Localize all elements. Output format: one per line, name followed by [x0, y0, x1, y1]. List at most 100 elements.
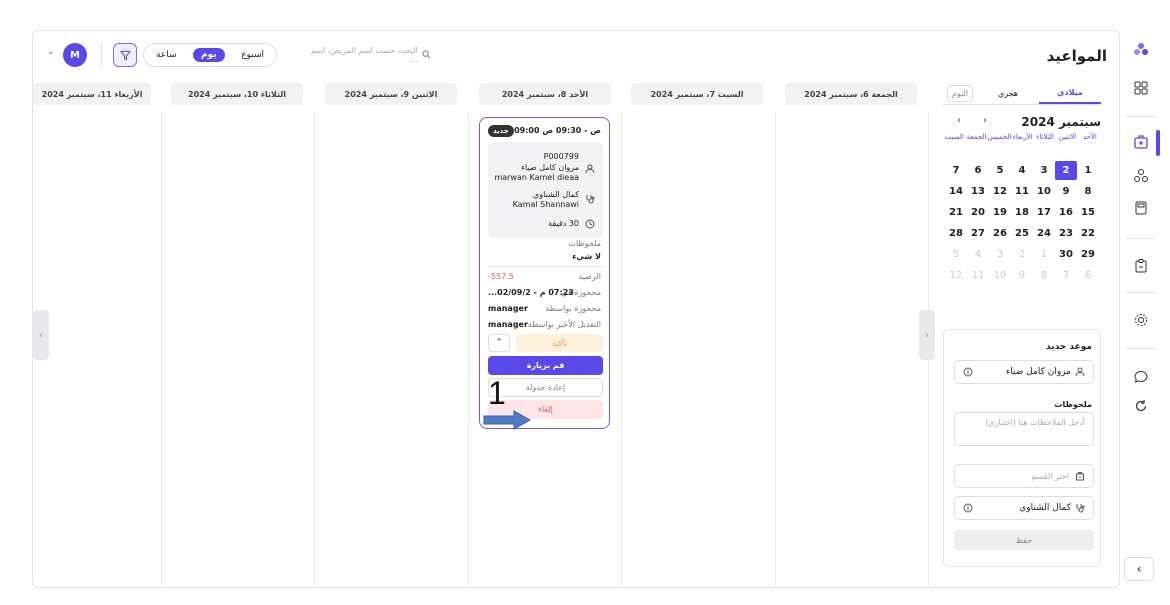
day-header[interactable]: الأربعاء 11، سبتمبر 2024: [33, 83, 151, 105]
calendar-day[interactable]: 19: [989, 203, 1011, 222]
calendar-day[interactable]: 9: [1011, 266, 1033, 285]
calendar-day[interactable]: 22: [1077, 224, 1099, 243]
avatar[interactable]: M: [63, 43, 87, 67]
calendar-day[interactable]: 29: [1077, 245, 1099, 264]
app-logo[interactable]: [1127, 38, 1155, 62]
calendar-day[interactable]: 23: [1055, 224, 1077, 243]
calendar-day[interactable]: 11: [1011, 182, 1033, 201]
calendar-day[interactable]: 18: [1011, 203, 1033, 222]
department-placeholder: اختر القسم: [1031, 471, 1069, 481]
info-icon[interactable]: [963, 503, 973, 513]
patients-icon[interactable]: [1127, 164, 1155, 188]
calendar-day[interactable]: 14: [945, 182, 967, 201]
tab-gregorian[interactable]: ميلادي: [1039, 83, 1101, 104]
notes-value: لا شيء: [572, 252, 601, 261]
prev-days-button[interactable]: ‹: [33, 310, 49, 360]
confirm-button[interactable]: تأكيد: [516, 334, 603, 352]
month-label: سبتمبر 2024: [1021, 115, 1101, 129]
calendar-day[interactable]: 1: [1033, 245, 1055, 264]
collapse-sidebar-button[interactable]: ‹: [1124, 557, 1154, 581]
day-header[interactable]: السبت 7، سبتمبر 2024: [631, 83, 763, 105]
notes-label: ملحوظات: [568, 239, 601, 248]
calendar-day[interactable]: 7: [945, 161, 967, 180]
day-header[interactable]: الاثنين 9، سبتمبر 2024: [325, 83, 457, 105]
filter-button[interactable]: [113, 43, 137, 67]
dashboard-icon[interactable]: [1127, 76, 1155, 100]
status-badge: جديد: [488, 125, 514, 137]
booked-at-value: 07:23 م - 02/09/2...: [488, 288, 574, 297]
day-header[interactable]: الأحد 8، سبتمبر 2024: [479, 83, 611, 105]
doctor-value: كمال الشناوي: [1019, 503, 1071, 513]
calendar-day[interactable]: 15: [1077, 203, 1099, 222]
info-icon[interactable]: [963, 367, 973, 377]
calendar-day[interactable]: 16: [1055, 203, 1077, 222]
patient-id: P000799: [543, 152, 579, 161]
doctor-name-en: Kamal Shannawi: [512, 200, 579, 209]
next-month-button[interactable]: ›: [983, 115, 987, 126]
chevron-down-icon[interactable]: ⌄: [47, 47, 55, 57]
calendar-day[interactable]: 11: [967, 266, 989, 285]
clipboard-icon[interactable]: [1127, 254, 1155, 278]
appointments-icon[interactable]: [1127, 130, 1155, 154]
appointment-time: ص - 09:30 ص 09:00: [514, 126, 601, 135]
calendar-day[interactable]: 27: [967, 224, 989, 243]
view-day-option[interactable]: يوم: [193, 48, 225, 62]
next-days-button[interactable]: ›: [919, 310, 935, 360]
view-toggle[interactable]: ساعة يوم اسبوع: [143, 43, 277, 67]
calendar-day[interactable]: 1: [1077, 161, 1099, 180]
weekday-label: الأحد: [1082, 133, 1097, 141]
calendar-day[interactable]: 26: [989, 224, 1011, 243]
visit-button[interactable]: قم بزيارة: [488, 356, 603, 375]
prev-month-button[interactable]: ‹: [957, 115, 961, 126]
calendar-day[interactable]: 13: [967, 182, 989, 201]
calendar-day[interactable]: 7: [1055, 266, 1077, 285]
calculator-icon[interactable]: [1127, 196, 1155, 220]
calendar-tabs: ميلادي هجري اليوم: [943, 83, 1101, 105]
calendar-day[interactable]: 8: [1077, 182, 1099, 201]
calendar-day[interactable]: 3: [989, 245, 1011, 264]
calendar-day[interactable]: 4: [967, 245, 989, 264]
calendar-day[interactable]: 6: [1077, 266, 1099, 285]
calendar-day[interactable]: 8: [1033, 266, 1055, 285]
calendar-day[interactable]: 2: [1011, 245, 1033, 264]
patient-field[interactable]: مروان كامل ضياء: [954, 360, 1094, 384]
calendar-day[interactable]: 17: [1033, 203, 1055, 222]
view-hour-option[interactable]: ساعة: [148, 48, 184, 62]
calendar-day[interactable]: 12: [945, 266, 967, 285]
calendar-day[interactable]: 30: [1055, 245, 1077, 264]
calendar-day[interactable]: 28: [945, 224, 967, 243]
calendar-day[interactable]: 5: [945, 245, 967, 264]
calendar-day[interactable]: 4: [1011, 161, 1033, 180]
tab-hijri[interactable]: هجري: [977, 83, 1039, 104]
balance-label: الرصيد: [578, 272, 601, 281]
chevron-up-icon[interactable]: ⌃: [488, 334, 510, 352]
save-button[interactable]: حفظ: [954, 530, 1094, 550]
calendar-day[interactable]: 9: [1055, 182, 1077, 201]
calendar-day[interactable]: 3: [1033, 161, 1055, 180]
calendar-day[interactable]: 10: [1033, 182, 1055, 201]
day-header[interactable]: الجمعة 6، سبتمبر 2024: [785, 83, 917, 105]
view-week-option[interactable]: اسبوع: [233, 48, 272, 62]
refresh-icon[interactable]: [1127, 394, 1155, 418]
weekday-row: الأحد الاثنين الثلاثاء الأربعاء الخميس الجمعة…: [943, 133, 1101, 141]
calendar-day[interactable]: 12: [989, 182, 1011, 201]
calendar-day[interactable]: 25: [1011, 224, 1033, 243]
settings-icon[interactable]: [1127, 308, 1155, 332]
calendar-day[interactable]: 21: [945, 203, 967, 222]
page: المواعيد البحث حسب اسم المريض، اسم ... س…: [0, 0, 1170, 605]
calendar-day[interactable]: 20: [967, 203, 989, 222]
calendar-day[interactable]: 10: [989, 266, 1011, 285]
booked-by-label: محجوزة بواسطة: [545, 304, 601, 313]
doctor-field[interactable]: كمال الشناوي: [954, 496, 1094, 520]
stethoscope-icon: [586, 195, 595, 204]
chat-icon[interactable]: [1127, 365, 1155, 389]
day-header[interactable]: الثلاثاء 10، سبتمبر 2024: [171, 83, 303, 105]
search-input[interactable]: البحث حسب اسم المريض، اسم ...: [301, 45, 431, 65]
calendar-day[interactable]: 6: [967, 161, 989, 180]
calendar-day[interactable]: 5: [989, 161, 1011, 180]
notes-field[interactable]: أدخل الملاحظات هنا (اختياري): [954, 412, 1094, 446]
department-select[interactable]: اختر القسم: [954, 464, 1094, 488]
today-button[interactable]: اليوم: [947, 85, 973, 102]
calendar-day[interactable]: 24: [1033, 224, 1055, 243]
calendar-day[interactable]: 2: [1055, 161, 1077, 180]
